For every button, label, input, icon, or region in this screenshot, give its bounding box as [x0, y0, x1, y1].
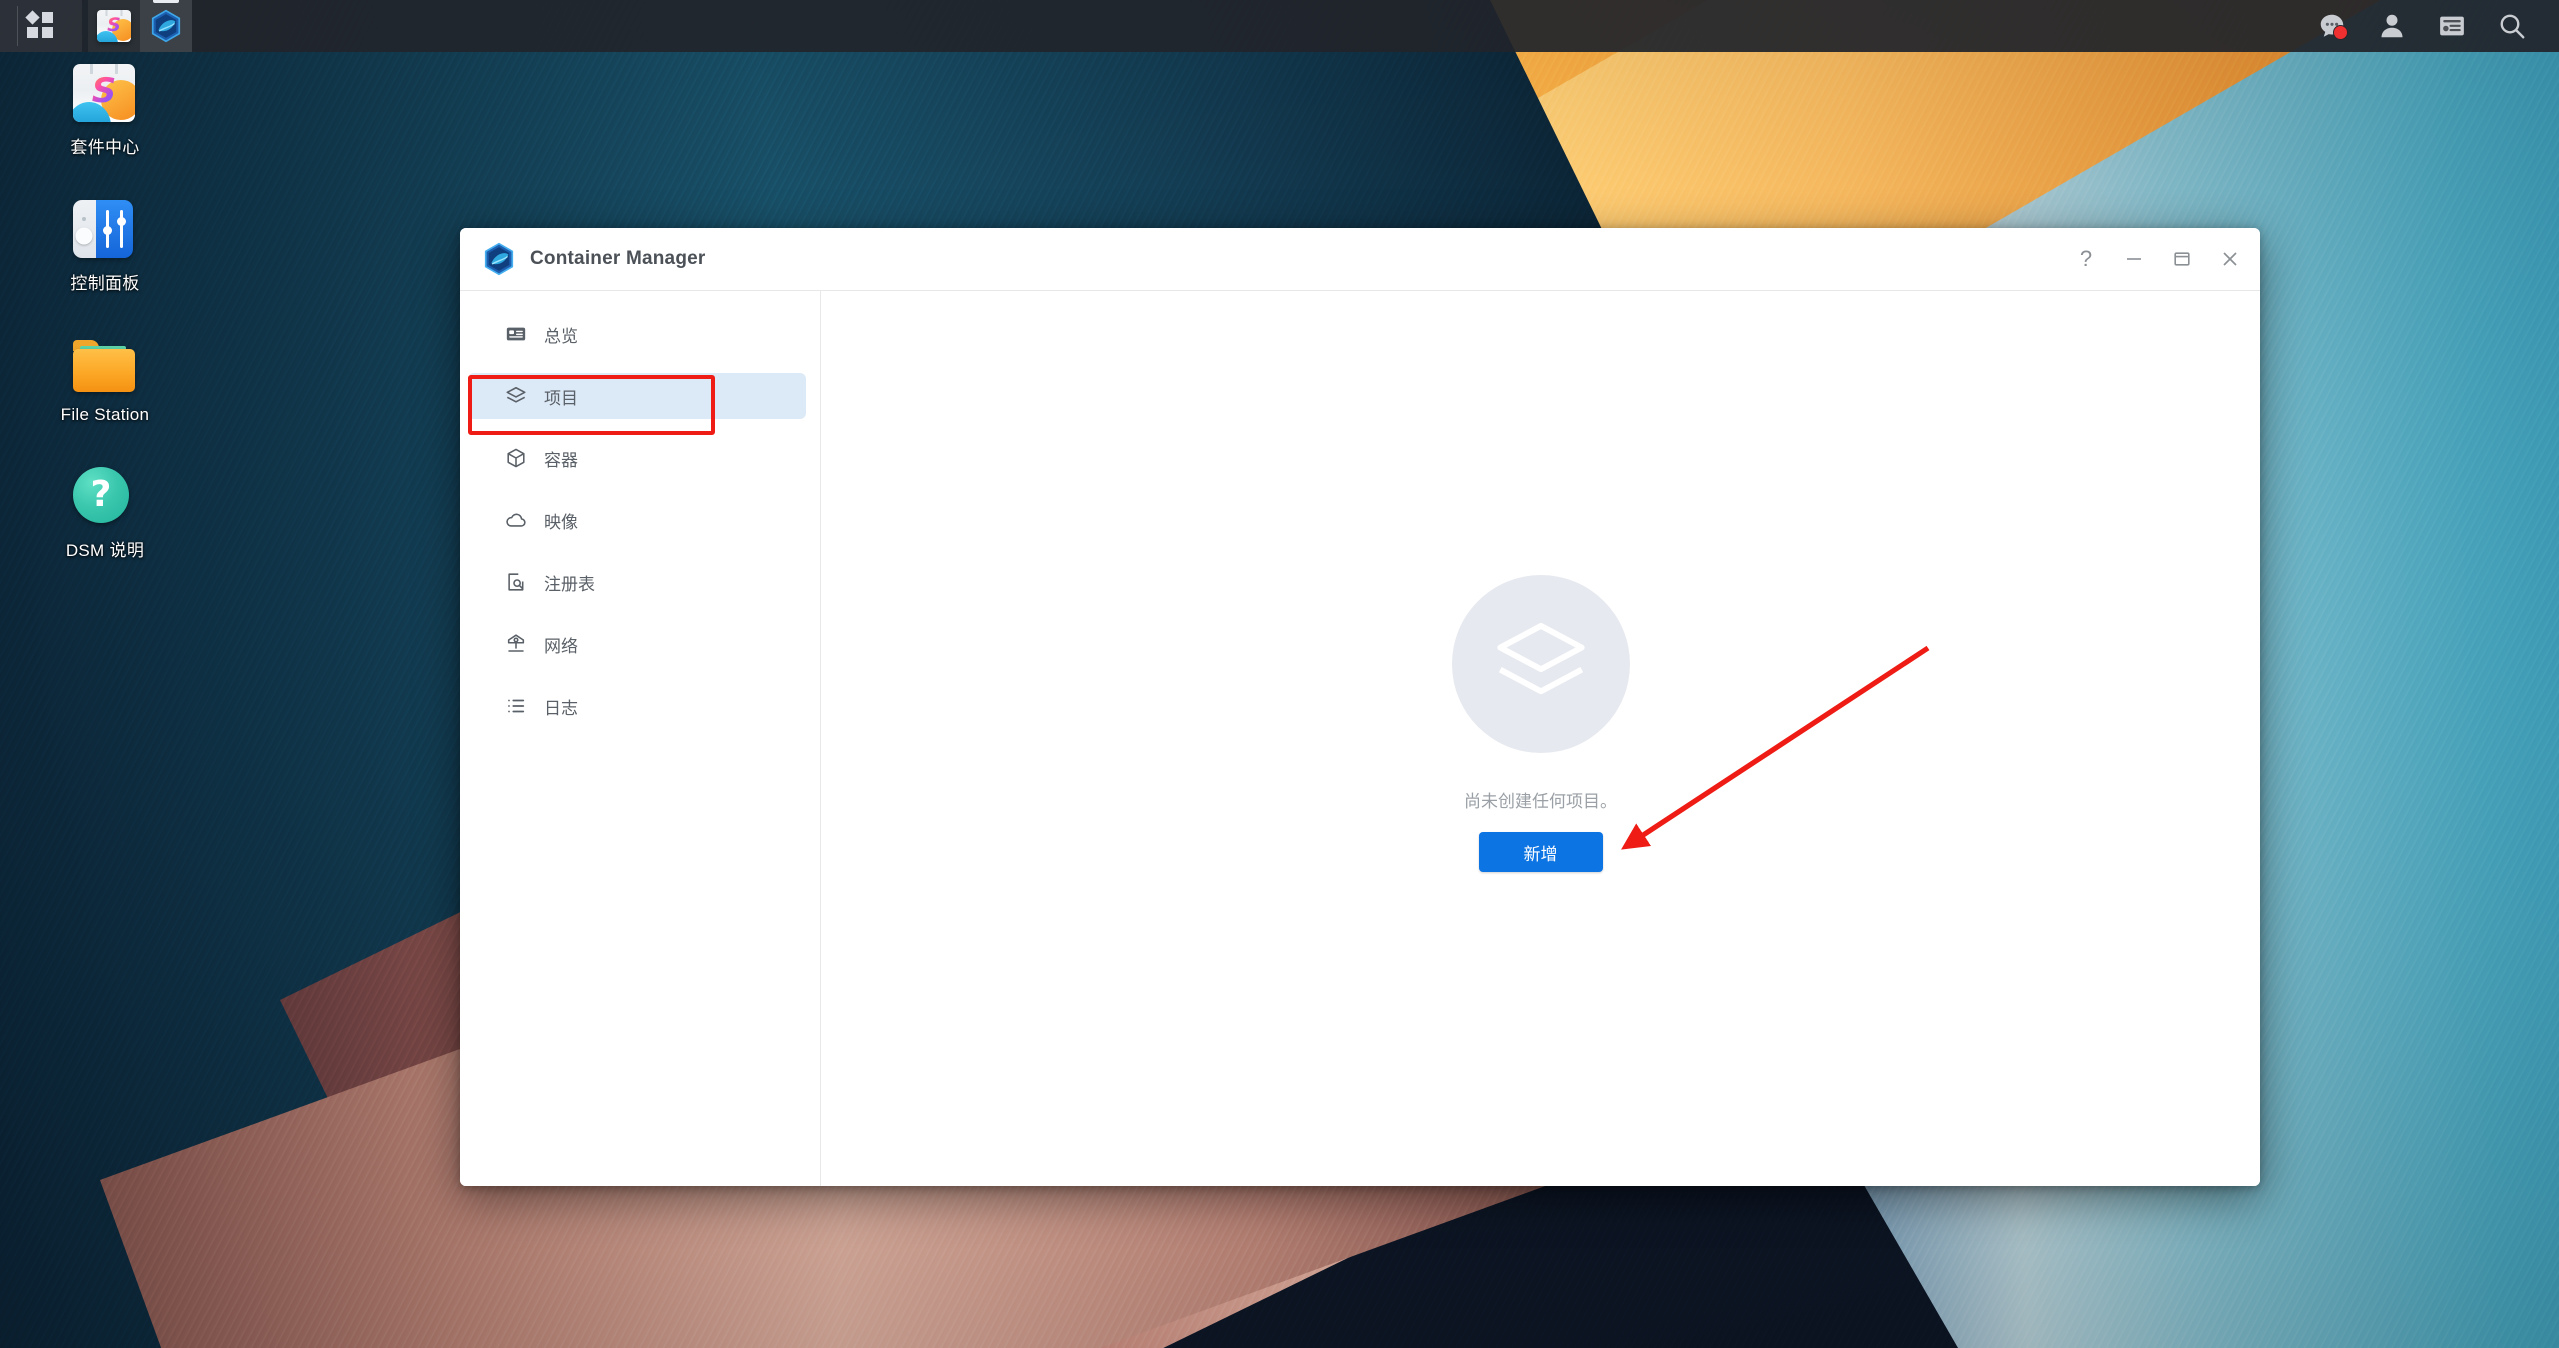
desktop-icon-label: DSM 说明 — [65, 541, 145, 560]
window-sidebar: 总览 项目 容器 映像 注册表 网络 日志 — [460, 291, 821, 1186]
widgets-button[interactable] — [2425, 0, 2479, 52]
sidebar-item-network[interactable]: 网络 — [468, 621, 806, 667]
desktop-icon-label: 套件中心 — [70, 138, 140, 157]
sidebar-item-containers[interactable]: 容器 — [468, 435, 806, 481]
sidebar-item-label: 容器 — [544, 450, 578, 470]
desktop-screen: S 套件中心 控制面板 File Station ? DSM 说明 S Cont… — [0, 0, 2559, 1348]
add-project-button[interactable]: 新增 — [1478, 832, 1603, 872]
taskbar-app-container-manager[interactable] — [140, 0, 192, 52]
taskbar: S — [0, 0, 2559, 52]
empty-state: 尚未创建任何项目。 新增 — [1451, 575, 1630, 872]
desktop-icon-label: File Station — [60, 405, 150, 424]
package-center-icon: S — [97, 10, 131, 42]
main-menu-button[interactable] — [0, 0, 82, 52]
list-icon — [504, 694, 528, 718]
user-icon — [2381, 14, 2403, 38]
cube-icon — [504, 446, 528, 470]
minimize-button[interactable] — [2110, 236, 2158, 282]
maximize-icon — [2174, 252, 2190, 266]
sidebar-item-images[interactable]: 映像 — [468, 497, 806, 543]
notification-badge — [2333, 25, 2348, 40]
sidebar-item-label: 网络 — [544, 636, 578, 656]
search-icon — [2500, 14, 2525, 39]
sidebar-item-logs[interactable]: 日志 — [468, 683, 806, 729]
widgets-panel-icon — [2440, 16, 2464, 36]
sidebar-item-label: 日志 — [544, 698, 578, 718]
package-center-icon: S — [73, 60, 137, 124]
window-title: Container Manager — [530, 248, 706, 269]
help-button[interactable]: ? — [2062, 236, 2110, 282]
window-controls: ? — [2062, 236, 2254, 282]
desktop-icon-label: 控制面板 — [70, 274, 140, 293]
maximize-button[interactable] — [2158, 236, 2206, 282]
desktop-icon-control-panel[interactable]: 控制面板 — [0, 196, 210, 294]
sidebar-item-label: 项目 — [544, 388, 578, 408]
network-icon — [504, 632, 528, 656]
close-button[interactable] — [2206, 236, 2254, 282]
desktop-icon-list: S 套件中心 控制面板 File Station ? DSM 说明 — [0, 60, 210, 599]
container-manager-icon — [151, 9, 181, 43]
user-account-button[interactable] — [2365, 0, 2419, 52]
container-manager-window: Container Manager ? 总览 项目 容器 映像 注册表 网络 日… — [460, 228, 2260, 1186]
desktop-icon-package-center[interactable]: S 套件中心 — [0, 60, 210, 158]
taskbar-app-package-center[interactable]: S — [88, 0, 140, 52]
empty-state-icon-circle — [1451, 575, 1630, 753]
desktop-icon-file-station[interactable]: File Station — [0, 332, 210, 425]
registry-search-icon — [504, 570, 528, 594]
container-manager-icon — [484, 242, 514, 276]
overview-icon — [504, 322, 528, 346]
grid-menu-icon — [25, 10, 55, 40]
layers-icon — [504, 384, 528, 408]
cloud-icon — [504, 508, 528, 532]
sidebar-item-label: 映像 — [544, 512, 578, 532]
close-icon — [2223, 252, 2237, 266]
sidebar-item-registry[interactable]: 注册表 — [468, 559, 806, 605]
layers-icon — [1496, 622, 1585, 695]
window-content-area: 尚未创建任何项目。 新增 — [821, 291, 2260, 1186]
window-titlebar[interactable]: Container Manager ? — [460, 228, 2260, 291]
sidebar-item-label: 注册表 — [544, 574, 595, 594]
empty-state-message: 尚未创建任何项目。 — [1464, 792, 1617, 811]
minimize-icon — [2127, 258, 2141, 260]
desktop-icon-dsm-help[interactable]: ? DSM 说明 — [0, 463, 210, 561]
control-panel-icon — [73, 196, 137, 260]
help-question-icon: ? — [73, 463, 137, 527]
sidebar-item-label: 总览 — [544, 326, 578, 346]
folder-icon — [73, 332, 137, 396]
sidebar-item-projects[interactable]: 项目 — [468, 373, 806, 419]
search-button[interactable] — [2485, 0, 2539, 52]
sidebar-item-overview[interactable]: 总览 — [468, 311, 806, 357]
notifications-button[interactable] — [2305, 0, 2359, 52]
